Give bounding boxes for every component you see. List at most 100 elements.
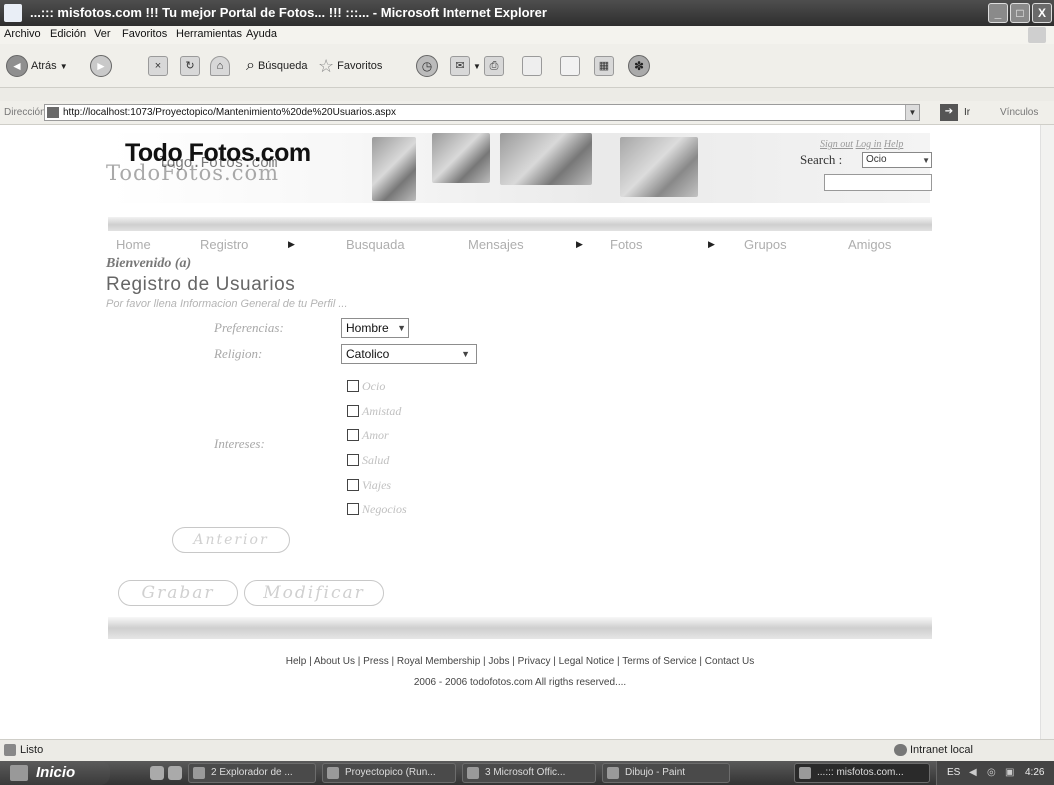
vertical-scrollbar[interactable] [1040,125,1054,739]
status-bar: Listo Intranet local [0,739,1054,761]
home-button[interactable]: ⌂ [210,54,230,78]
search-label: Search : [800,152,843,167]
refresh-button[interactable]: ↻ [180,54,200,78]
nav-registro[interactable]: Registro [200,237,248,252]
windows-flag-icon [1028,27,1046,43]
site-logo[interactable]: Todo Fotos.com [125,139,311,168]
header-photo [432,133,490,183]
window-title: ...::: misfotos.com !!! Tu mejor Portal … [30,5,547,20]
ie-icon [799,767,811,779]
menu-ayuda[interactable]: Ayuda [246,28,277,40]
zone-text: Intranet local [910,744,973,756]
save-button[interactable]: Grabar [118,580,238,606]
menu-favoritos[interactable]: Favoritos [122,28,167,40]
links-button[interactable]: Vínculos [1000,107,1038,118]
menu-archivo[interactable]: Archivo [4,28,41,40]
modify-button[interactable]: Modificar [244,580,384,606]
address-url: http://localhost:1073/Proyectopico/Mante… [63,107,396,118]
interest-salud[interactable]: Salud [347,452,389,468]
history-button[interactable]: ◷ [416,54,438,78]
help-link[interactable]: Help [884,139,903,150]
search-input[interactable] [824,174,932,191]
nav-mensajes[interactable]: Mensajes [468,237,524,252]
nav-arrow-icon: ▶ [708,239,715,249]
checkbox[interactable] [347,479,359,491]
dropdown-arrow-icon: ▼ [473,61,481,71]
intranet-icon [894,744,907,756]
mail-button[interactable]: ✉ ▼ [450,54,481,78]
preferences-select[interactable]: Hombre ▼ [341,318,409,338]
welcome-text: Bienvenido (a) [106,256,192,271]
task-ie-misfotos[interactable]: ...::: misfotos.com... [794,763,930,783]
nav-arrow-icon: ▶ [576,239,583,249]
menu-bar: Archivo Edición Ver Favoritos Herramient… [0,26,1054,44]
checkbox[interactable] [347,405,359,417]
interest-viajes[interactable]: Viajes [347,477,391,493]
menu-herramientas[interactable]: Herramientas [176,28,242,40]
nav-busquada[interactable]: Busquada [346,237,405,252]
task-paint[interactable]: Dibujo - Paint [602,763,730,783]
address-input[interactable]: http://localhost:1073/Proyectopico/Mante… [44,104,920,121]
nav-home[interactable]: Home [116,237,151,252]
folder-icon [193,767,205,779]
back-button[interactable]: ◄ Atrás ▼ [6,54,68,78]
checkbox[interactable] [347,503,359,515]
chevron-down-icon[interactable]: ▼ [905,105,919,120]
favorites-button[interactable]: ☆ Favoritos [318,54,382,78]
header-photo [500,133,592,185]
nav-fotos[interactable]: Fotos [610,237,643,252]
checkbox[interactable] [347,454,359,466]
print-button[interactable]: ⎙ [484,54,504,78]
discuss-icon [560,56,580,76]
page-title: Registro de Usuarios [106,274,296,295]
network-icon[interactable]: ◎ [987,761,996,785]
nav-amigos[interactable]: Amigos [848,237,891,252]
menu-edicion[interactable]: Edición [50,28,86,40]
quicklaunch-icon[interactable] [168,766,182,780]
research-button[interactable]: ▦ [594,54,614,78]
messenger-icon: ✽ [628,55,650,77]
checkbox[interactable] [347,429,359,441]
go-arrow-icon[interactable]: ➔ [940,104,958,121]
maximize-button[interactable]: □ [1010,3,1030,23]
go-button[interactable]: Ir [964,107,970,118]
interest-amor[interactable]: Amor [347,427,389,443]
edit-button[interactable] [522,54,542,78]
task-explorer[interactable]: 2 Explorador de ... [188,763,316,783]
back-label: Atrás [31,60,57,72]
interest-ocio[interactable]: Ocio [347,378,385,394]
forward-button[interactable]: ► [90,54,112,78]
search-category-select[interactable]: Ocio ▼ [862,152,932,168]
tray-app-icon[interactable]: ▣ [1005,761,1014,785]
messenger-button[interactable]: ✽ [628,54,650,78]
start-label: Inicio [36,764,76,781]
word-icon [467,767,479,779]
windows-flag-icon [10,765,28,781]
task-office[interactable]: 3 Microsoft Offic... [462,763,596,783]
start-button[interactable]: Inicio [0,761,110,785]
nav-grupos[interactable]: Grupos [744,237,787,252]
interest-amistad[interactable]: Amistad [347,403,401,419]
language-indicator[interactable]: ES [947,761,960,785]
quicklaunch-icon[interactable] [150,766,164,780]
discuss-button[interactable] [560,54,580,78]
close-button[interactable]: X [1032,3,1052,23]
checkbox[interactable] [347,380,359,392]
account-links: Sign out Log in Help [820,139,903,150]
stop-button[interactable]: × [148,54,168,78]
search-category-value: Ocio [866,154,887,165]
footer-links[interactable]: Help | About Us | Press | Royal Membersh… [0,656,1040,667]
volume-icon[interactable]: ◀ [969,761,977,785]
log-in-link[interactable]: Log in [856,139,882,150]
dropdown-arrow-icon: ▼ [59,61,68,71]
task-proyectopico[interactable]: Proyectopico (Run... [322,763,456,783]
page-content: TodoFotos.com logo.Fotos.com Todo Fotos.… [0,125,1040,739]
previous-button[interactable]: Anterior [172,527,290,553]
back-arrow-icon: ◄ [6,55,28,77]
interest-negocios[interactable]: Negocios [347,501,407,517]
menu-ver[interactable]: Ver [94,28,111,40]
religion-select[interactable]: Catolico ▼ [341,344,477,364]
minimize-button[interactable]: _ [988,3,1008,23]
search-button[interactable]: ⌕ Búsqueda [246,54,308,78]
sign-out-link[interactable]: Sign out [820,139,853,150]
